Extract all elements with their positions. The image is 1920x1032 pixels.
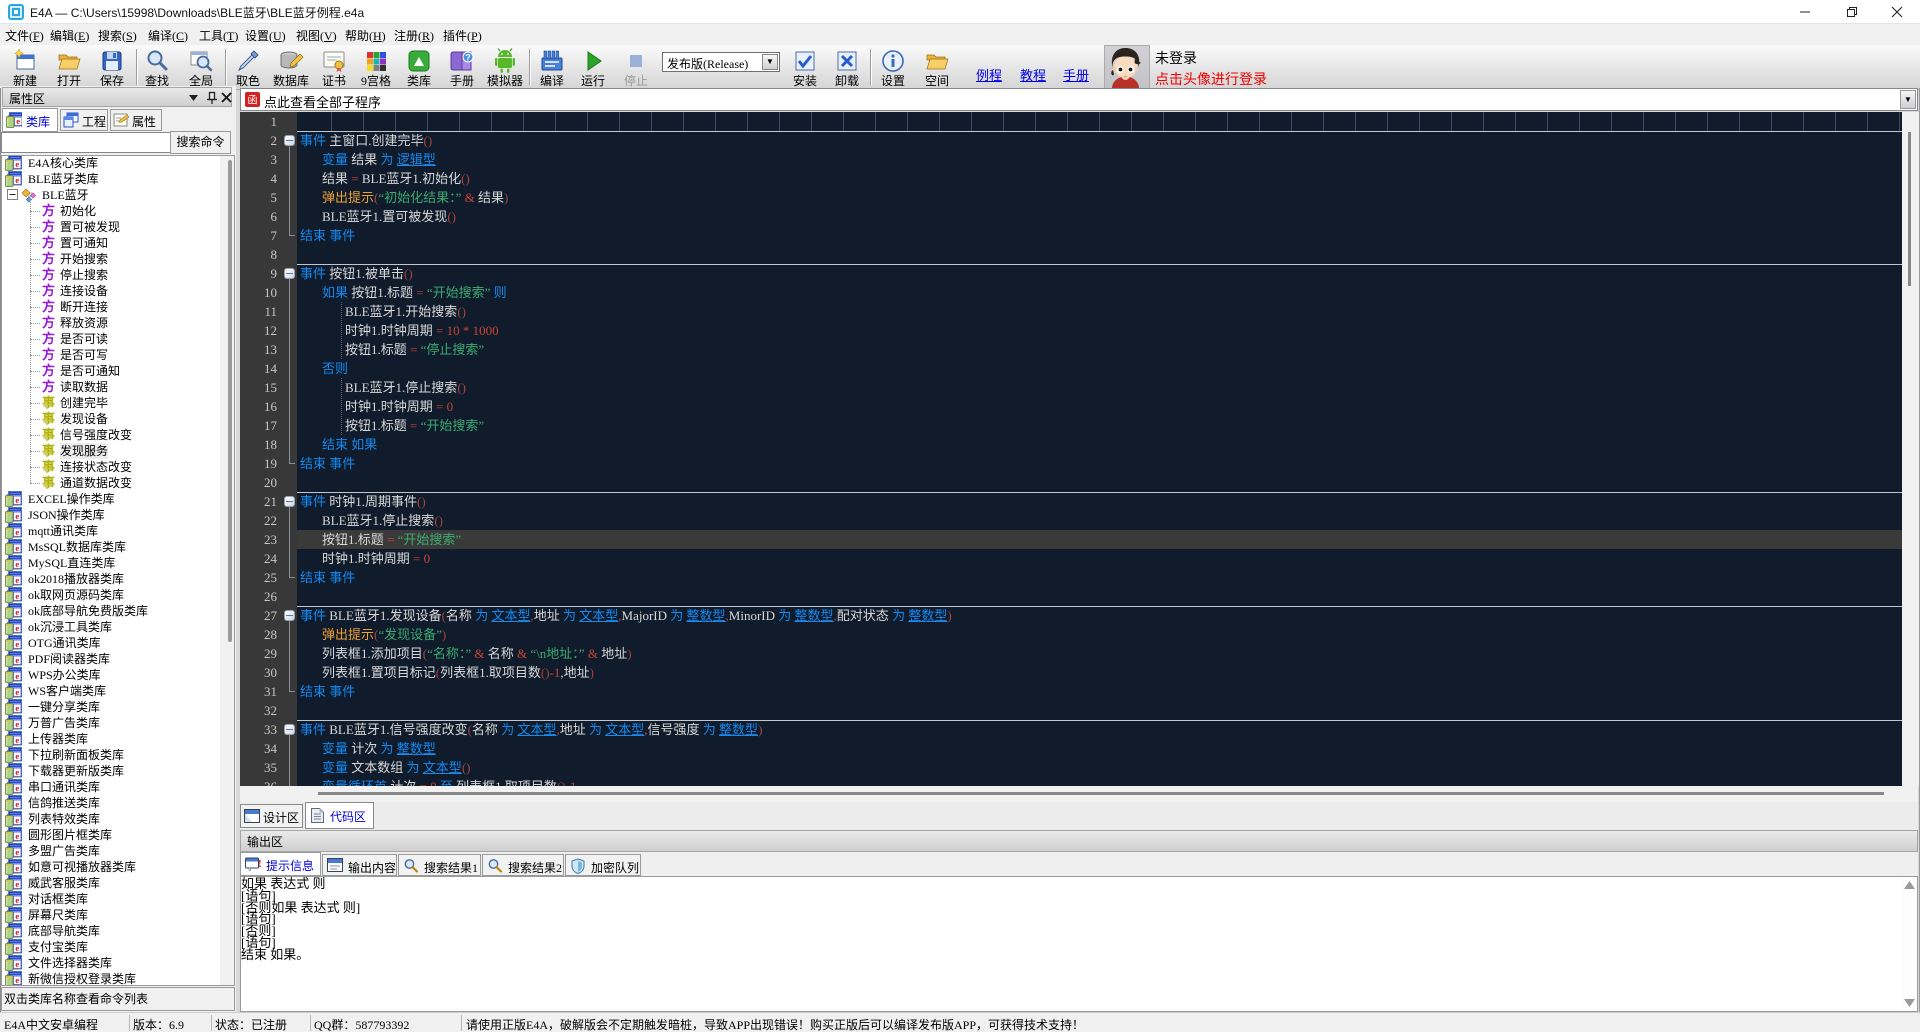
svg-text:?: ?: [465, 53, 471, 63]
svg-text:!: !: [258, 858, 262, 870]
svg-text:函: 函: [248, 95, 258, 107]
